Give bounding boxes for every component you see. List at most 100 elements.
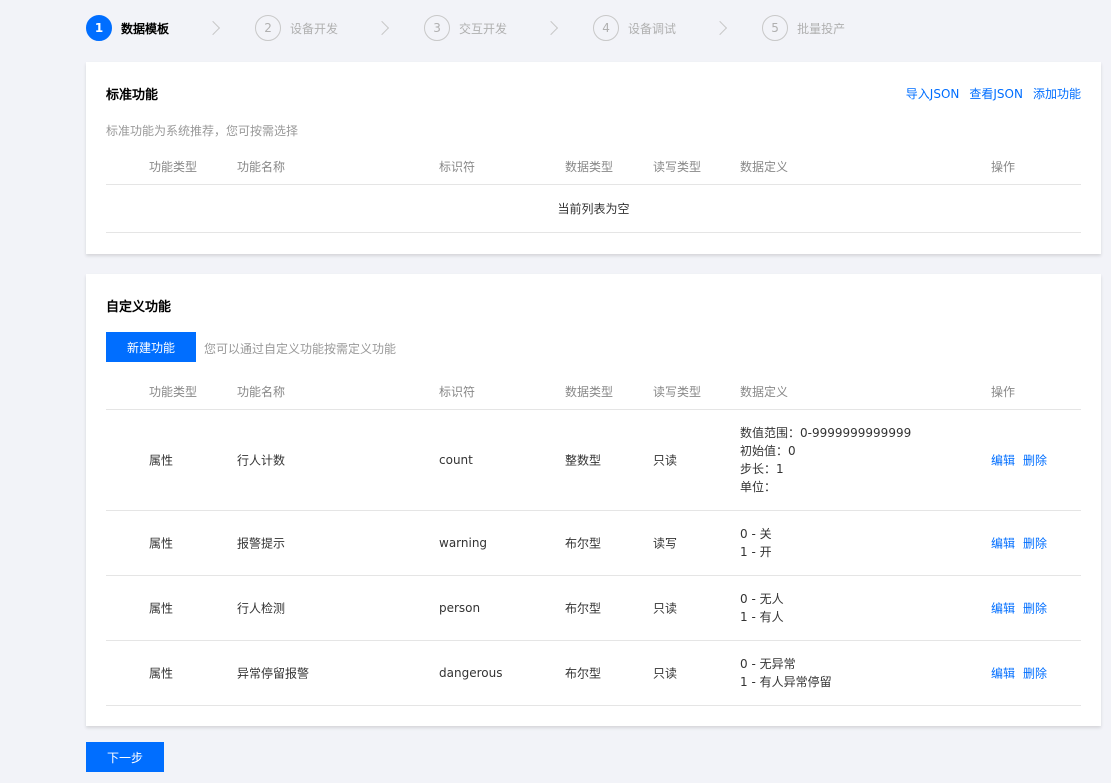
table-header: 功能类型 功能名称 标识符 数据类型 读写类型 数据定义 操作 (106, 146, 1081, 185)
delete-link[interactable]: 删除 (1023, 452, 1047, 469)
step-number: 5 (762, 15, 789, 41)
delete-link[interactable]: 删除 (1023, 535, 1047, 552)
page: 1 数据模板 2 设备开发 3 交互开发 4 设备调试 5 批量投产 标准功能 … (0, 0, 1111, 783)
next-step-button[interactable]: 下一步 (86, 742, 164, 772)
cell-name: 行人计数 (237, 453, 286, 468)
cell-data-definition: 0 - 无人 1 - 有人 (740, 590, 784, 626)
definition-line: 数值范围：0-9999999999999 (740, 426, 912, 440)
cell-data-definition: 0 - 关 1 - 开 (740, 525, 772, 561)
definition-line: 单位： (740, 480, 777, 494)
cell-identifier: warning (439, 536, 488, 550)
cell-identifier: dangerous (439, 666, 503, 680)
col-name: 功能名称 (237, 160, 286, 174)
col-data-type: 数据类型 (565, 160, 614, 174)
col-rw-type: 读写类型 (653, 385, 702, 399)
step-label: 交互开发 (459, 21, 508, 36)
chevron-right-icon (712, 20, 728, 36)
standard-functions-desc: 标准功能为系统推荐，您可按需选择 (106, 124, 299, 138)
view-json-link[interactable]: 查看JSON (969, 85, 1023, 102)
add-function-link[interactable]: 添加功能 (1033, 85, 1081, 102)
cell-type: 属性 (149, 601, 174, 616)
step-separator (193, 20, 233, 36)
cell-rw-type: 读写 (653, 536, 678, 551)
definition-line: 0 - 无异常 (740, 657, 796, 671)
cell-rw-type: 只读 (653, 601, 678, 616)
definition-line: 0 - 无人 (740, 592, 784, 606)
col-type: 功能类型 (149, 385, 198, 399)
standard-functions-card: 标准功能 导入JSON 查看JSON 添加功能 标准功能为系统推荐，您可按需选择… (86, 62, 1101, 254)
cell-data-type: 整数型 (565, 453, 602, 468)
step-number: 2 (255, 15, 282, 41)
definition-line: 初始值：0 (740, 444, 796, 458)
col-data-definition: 数据定义 (740, 385, 789, 399)
step-number: 3 (424, 15, 451, 41)
cell-data-definition: 数值范围：0-9999999999999 初始值：0 步长：1 单位： (740, 424, 911, 496)
cell-type: 属性 (149, 453, 174, 468)
delete-link[interactable]: 删除 (1023, 665, 1047, 682)
cell-rw-type: 只读 (653, 666, 678, 681)
cell-name: 异常停留报警 (237, 666, 310, 681)
step-separator (362, 20, 402, 36)
cell-data-definition: 0 - 无异常 1 - 有人异常停留 (740, 655, 832, 691)
cell-type: 属性 (149, 666, 174, 681)
step-4[interactable]: 4 设备调试 (593, 14, 676, 42)
col-type: 功能类型 (149, 160, 198, 174)
cell-data-type: 布尔型 (565, 536, 602, 551)
step-number: 1 (86, 15, 112, 41)
row-actions: 编辑 删除 (991, 535, 1047, 552)
new-function-button[interactable]: 新建功能 (106, 332, 196, 362)
step-3[interactable]: 3 交互开发 (424, 14, 507, 42)
cell-name: 报警提示 (237, 536, 286, 551)
col-operation: 操作 (991, 160, 1016, 174)
step-separator (531, 20, 571, 36)
cell-identifier: person (439, 601, 481, 615)
col-identifier: 标识符 (439, 160, 476, 174)
delete-link[interactable]: 删除 (1023, 600, 1047, 617)
step-1[interactable]: 1 数据模板 (86, 14, 169, 42)
stepper: 1 数据模板 2 设备开发 3 交互开发 4 设备调试 5 批量投产 (86, 14, 845, 42)
col-name: 功能名称 (237, 385, 286, 399)
cell-data-type: 布尔型 (565, 666, 602, 681)
col-rw-type: 读写类型 (653, 160, 702, 174)
edit-link[interactable]: 编辑 (991, 535, 1015, 552)
table-row: 属性 行人计数 count 整数型 只读 数值范围：0-999999999999… (106, 410, 1081, 511)
col-operation: 操作 (991, 385, 1016, 399)
row-actions: 编辑 删除 (991, 665, 1047, 682)
cell-name: 行人检测 (237, 601, 286, 616)
edit-link[interactable]: 编辑 (991, 452, 1015, 469)
definition-line: 步长：1 (740, 462, 784, 476)
custom-functions-card: 自定义功能 新建功能 您可以通过自定义功能按需定义功能 功能类型 功能名称 标识… (86, 274, 1101, 726)
step-2[interactable]: 2 设备开发 (255, 14, 338, 42)
table-row: 属性 异常停留报警 dangerous 布尔型 只读 0 - 无异常 1 - 有… (106, 641, 1081, 706)
col-data-definition: 数据定义 (740, 160, 789, 174)
standard-functions-table: 功能类型 功能名称 标识符 数据类型 读写类型 数据定义 操作 当前列表为空 (106, 146, 1081, 233)
step-separator (700, 20, 740, 36)
standard-actions: 导入JSON 查看JSON 添加功能 (906, 85, 1081, 102)
edit-link[interactable]: 编辑 (991, 665, 1015, 682)
table-header: 功能类型 功能名称 标识符 数据类型 读写类型 数据定义 操作 (106, 371, 1081, 410)
table-row: 属性 报警提示 warning 布尔型 读写 0 - 关 1 - 开 编辑 删除 (106, 511, 1081, 576)
col-data-type: 数据类型 (565, 385, 614, 399)
edit-link[interactable]: 编辑 (991, 600, 1015, 617)
step-label: 设备调试 (628, 21, 677, 36)
import-json-link[interactable]: 导入JSON (906, 85, 960, 102)
step-label: 批量投产 (797, 21, 846, 36)
row-actions: 编辑 删除 (991, 600, 1047, 617)
custom-functions-title: 自定义功能 (106, 300, 172, 315)
custom-functions-hint: 您可以通过自定义功能按需定义功能 (204, 342, 397, 356)
step-5[interactable]: 5 批量投产 (762, 14, 845, 42)
chevron-right-icon (543, 20, 559, 36)
step-label: 设备开发 (290, 21, 339, 36)
cell-rw-type: 只读 (653, 453, 678, 468)
step-label: 数据模板 (121, 21, 170, 36)
chevron-right-icon (205, 20, 221, 36)
definition-line: 0 - 关 (740, 527, 772, 541)
standard-functions-title: 标准功能 (106, 88, 159, 103)
custom-functions-table: 功能类型 功能名称 标识符 数据类型 读写类型 数据定义 操作 属性 行人计数 … (106, 371, 1081, 706)
col-identifier: 标识符 (439, 385, 476, 399)
chevron-right-icon (374, 20, 390, 36)
definition-line: 1 - 开 (740, 545, 772, 559)
empty-table-message: 当前列表为空 (106, 185, 1081, 233)
step-number: 4 (593, 15, 620, 41)
definition-line: 1 - 有人 (740, 610, 784, 624)
